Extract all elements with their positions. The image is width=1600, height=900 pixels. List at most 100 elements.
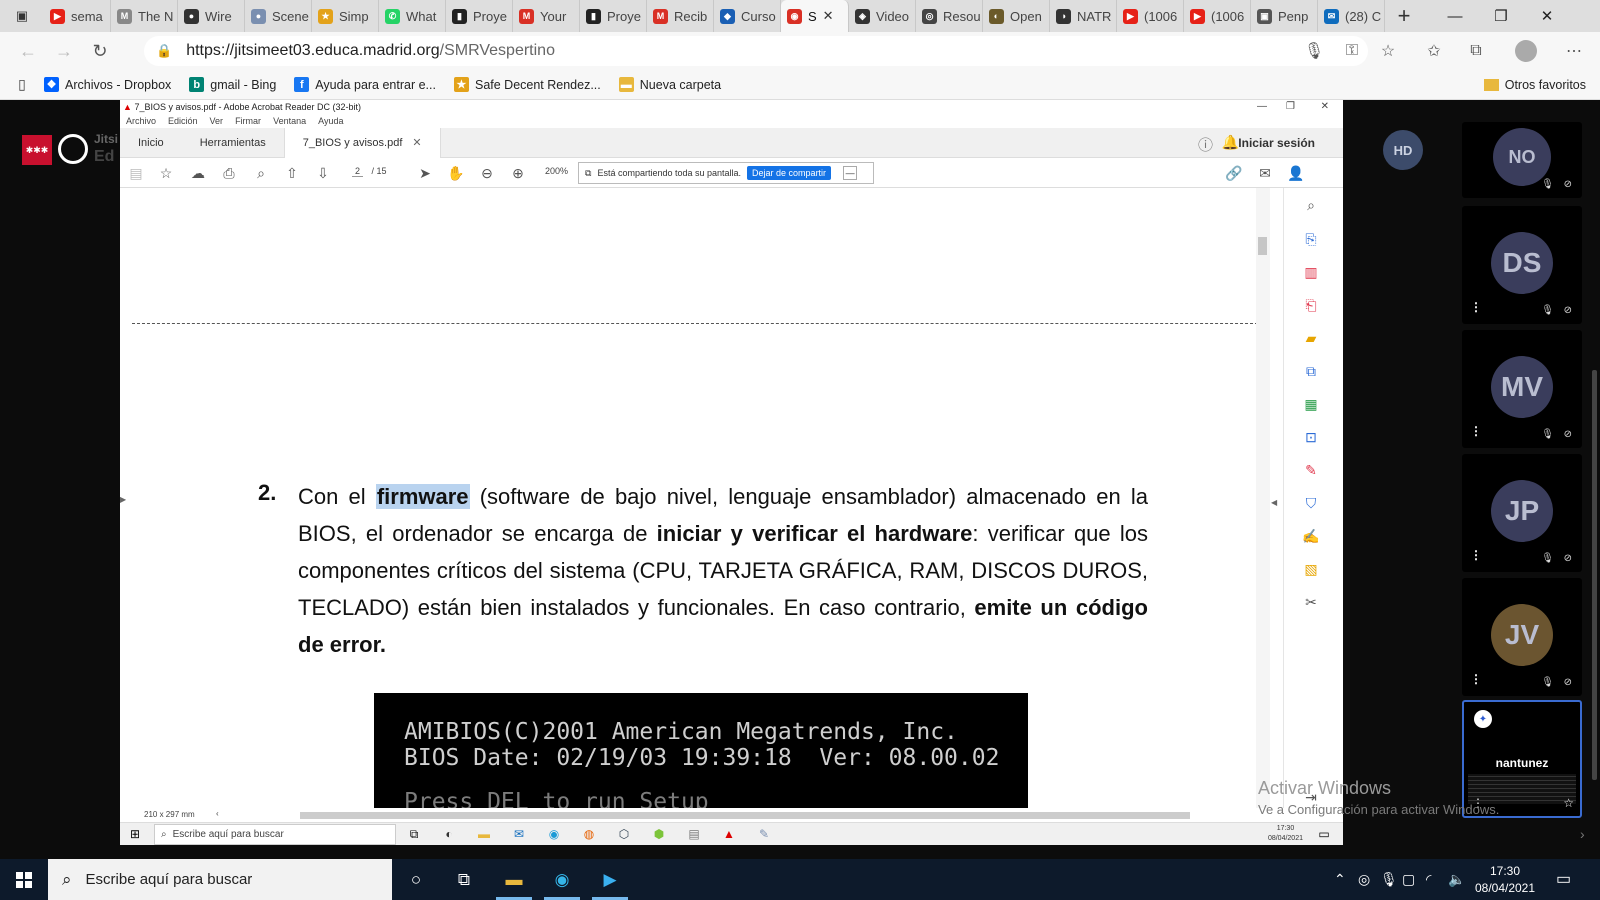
browser-tab[interactable]: ★ Simp: [312, 0, 379, 32]
browser-tab[interactable]: M The N: [111, 0, 178, 32]
acrobat-app-icon: ▲: [123, 102, 132, 112]
tray-display-icon[interactable]: ▢: [1402, 871, 1415, 888]
tray-chevron-icon[interactable]: ⌃: [1334, 871, 1346, 888]
browser-tab[interactable]: ▶ (1006: [1117, 0, 1184, 32]
tab-favicon-icon: ◎: [922, 8, 937, 24]
filmstrip-scrollbar[interactable]: [1592, 370, 1597, 780]
collections-icon[interactable]: ⧉: [1462, 37, 1490, 65]
browser-tab[interactable]: ▣ Penp: [1251, 0, 1318, 32]
tab-actions-icon[interactable]: ▣: [0, 0, 44, 32]
close-window-button[interactable]: ✕: [1524, 0, 1570, 32]
self-view-tile[interactable]: ✦ nantunez ⋮ ☆: [1462, 700, 1582, 818]
shared-folder-icon: ▬: [478, 827, 490, 841]
logo-text: Jitsi: [94, 132, 119, 146]
page-indicator: 2 / 15: [352, 166, 387, 177]
participant-menu-icon[interactable]: ⋮: [1470, 548, 1482, 562]
browser-tab[interactable]: ◉ S ✕: [781, 0, 849, 32]
pin-icon[interactable]: ☆: [1563, 796, 1574, 810]
browser-tab[interactable]: ◎ Resou: [916, 0, 983, 32]
star-icon: ☆: [159, 164, 173, 181]
forward-button[interactable]: →: [46, 33, 82, 69]
tab-favicon-icon: ★: [318, 8, 333, 24]
participant-menu-icon[interactable]: ⋮: [1470, 424, 1482, 438]
close-tab-icon[interactable]: ✕: [823, 8, 834, 24]
start-button[interactable]: [0, 859, 48, 900]
browser-tab[interactable]: ● Scene: [245, 0, 312, 32]
bookmark-item[interactable]: ▬ Nueva carpeta: [618, 77, 721, 92]
tab-inicio: Inicio: [138, 136, 164, 149]
task-view-icon[interactable]: ⧉: [440, 859, 488, 900]
shared-search-text: Escribe aquí para buscar: [172, 829, 284, 840]
shared-time: 17:30: [1276, 825, 1295, 832]
more-menu-icon[interactable]: ⋯: [1560, 37, 1588, 65]
taskbar-search-box[interactable]: ⌕ Escribe aquí para buscar: [48, 859, 392, 900]
share-text: Está compartiendo toda su pantalla.: [597, 168, 742, 178]
page-up-icon: ⇧: [286, 164, 298, 181]
chevron-right-icon[interactable]: ›: [1580, 826, 1585, 842]
taskbar-clock[interactable]: 17:30 08/04/2021: [1470, 863, 1540, 897]
participant-tile[interactable]: JV ⋮ 🎙 ⊘: [1462, 578, 1582, 696]
bookmark-item[interactable]: b gmail - Bing: [189, 77, 276, 92]
restore-button[interactable]: ❐: [1478, 0, 1524, 32]
tray-app-icon[interactable]: ◎: [1358, 871, 1370, 888]
camera-off-icon: ⊘: [1563, 677, 1572, 688]
new-tab-button[interactable]: +: [1385, 0, 1423, 32]
shared-screen-acrobat: ▲ 7_BIOS y avisos.pdf - Adobe Acrobat Re…: [120, 100, 1343, 845]
reading-list-icon[interactable]: ▯: [0, 76, 44, 93]
reload-button[interactable]: ↻: [82, 33, 118, 69]
participant-tile[interactable]: JP ⋮ 🎙 ⊘: [1462, 454, 1582, 572]
favorites-icon[interactable]: ✩: [1420, 37, 1448, 65]
camera-off-icon: ⊘: [1563, 305, 1572, 316]
browser-tab[interactable]: ● Wire: [178, 0, 245, 32]
shared-app-icon-3: ✎: [758, 827, 770, 841]
bookmark-icon: ▬: [618, 77, 634, 92]
create-pdf-icon: ▥: [1304, 263, 1318, 280]
browser-tab[interactable]: ▶ sema: [44, 0, 111, 32]
key-icon[interactable]: ⚿: [1338, 37, 1366, 65]
participant-tile[interactable]: MV ⋮ 🎙 ⊘: [1462, 330, 1582, 448]
browser-tab[interactable]: ◑ NATR: [1050, 0, 1117, 32]
doc-vertical-scrollbar: [1256, 188, 1270, 810]
page-down-icon: ⇩: [317, 164, 329, 181]
remote-app-icon[interactable]: ▶: [586, 859, 634, 900]
other-favorites[interactable]: Otros favoritos: [1483, 78, 1586, 92]
browser-tab[interactable]: M Your: [513, 0, 580, 32]
browser-tab[interactable]: ▶ (1006: [1184, 0, 1251, 32]
bookmark-item[interactable]: ★ Safe Decent Rendez...: [453, 77, 601, 92]
url-field[interactable]: 🔒 https://jitsimeet03.educa.madrid.org/S…: [144, 36, 1368, 66]
add-favorite-icon[interactable]: ☆: [1374, 37, 1402, 65]
volume-icon[interactable]: 🔈: [1448, 871, 1465, 888]
participant-tile[interactable]: NO 🎙 ⊘: [1462, 122, 1582, 198]
participant-tile[interactable]: DS ⋮ 🎙 ⊘: [1462, 206, 1582, 324]
file-explorer-icon[interactable]: ▬: [490, 859, 538, 900]
tab-label: Recib: [674, 8, 708, 24]
profile-avatar[interactable]: [1512, 37, 1540, 65]
browser-tab[interactable]: ▮ Proye: [580, 0, 647, 32]
browser-tab[interactable]: ▮ Proye: [446, 0, 513, 32]
bookmark-item[interactable]: ❖ Archivos - Dropbox: [44, 77, 171, 92]
browser-tab[interactable]: M Recib: [647, 0, 714, 32]
browser-tab[interactable]: ◐ Open: [983, 0, 1050, 32]
acrobat-menu-item: Archivo: [126, 116, 157, 126]
microphone-icon[interactable]: 🎙: [1300, 37, 1328, 65]
notification-icon[interactable]: ▭: [1556, 869, 1571, 889]
cortana-icon[interactable]: ○: [392, 859, 440, 900]
browser-tab[interactable]: ◆ Curso: [714, 0, 781, 32]
tray-mic-icon[interactable]: 🎙: [1380, 871, 1398, 888]
browser-tab[interactable]: ✉ (28) C: [1318, 0, 1385, 32]
participant-menu-icon[interactable]: ⋮: [1470, 672, 1482, 686]
search-icon: ⌕: [62, 869, 72, 889]
tab-favicon-icon: ▮: [452, 8, 467, 24]
tab-label: Proye: [473, 8, 507, 24]
back-button[interactable]: ←: [10, 33, 46, 69]
minimize-button[interactable]: —: [1432, 0, 1478, 32]
wifi-icon[interactable]: ◜: [1426, 871, 1431, 888]
shared-date: 08/04/2021: [1267, 835, 1303, 842]
bookmark-item[interactable]: f Ayuda para entrar e...: [294, 77, 436, 92]
browser-tab[interactable]: ✆ What: [379, 0, 446, 32]
tab-favicon-icon: M: [117, 8, 132, 24]
speaker-avatar[interactable]: HD: [1383, 130, 1423, 170]
browser-tab[interactable]: ◈ Video: [849, 0, 916, 32]
edge-icon[interactable]: ◉: [538, 859, 586, 900]
participant-menu-icon[interactable]: ⋮: [1470, 300, 1482, 314]
